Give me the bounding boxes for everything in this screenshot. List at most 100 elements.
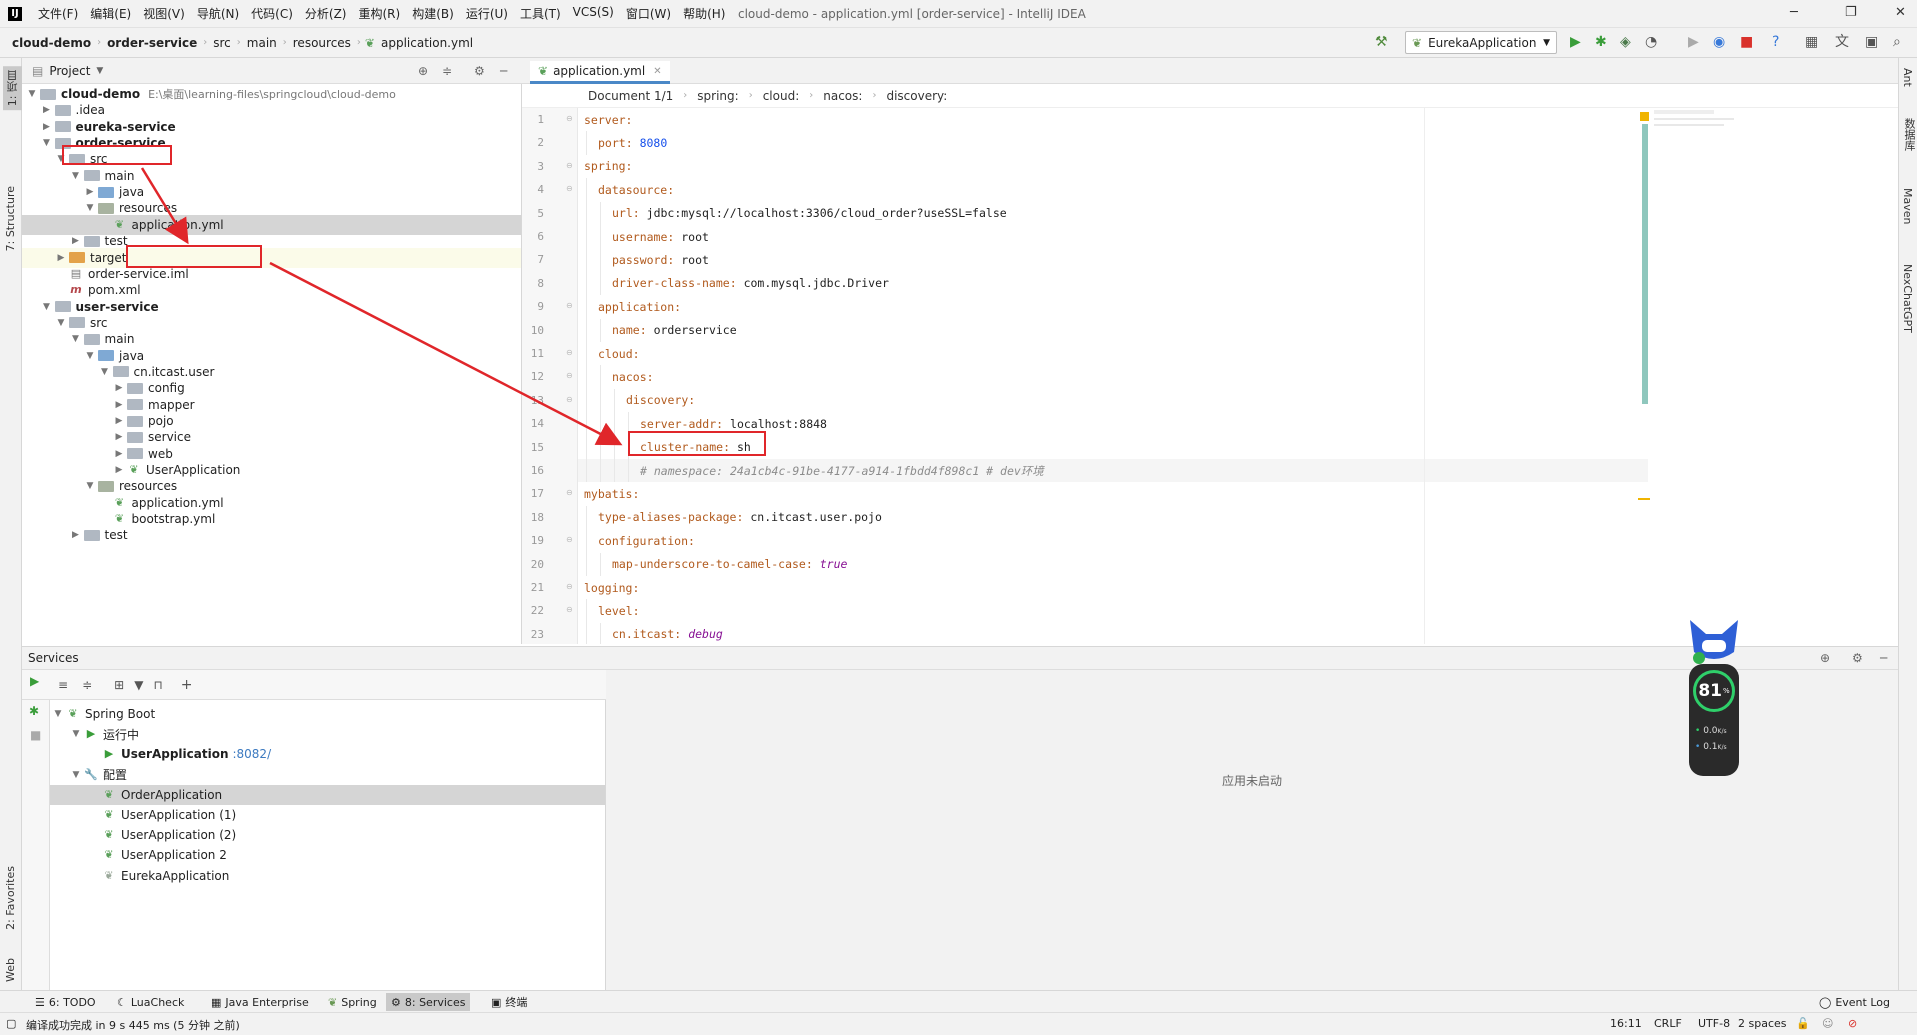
code-line[interactable]: level: — [598, 599, 640, 622]
file-encoding[interactable]: UTF-8 — [1698, 1017, 1730, 1030]
chevron-down-icon[interactable]: ▼ — [41, 138, 53, 148]
chevron-down-icon[interactable]: ▼ — [84, 481, 96, 491]
editor-breadcrumb-item[interactable]: discovery: — [886, 89, 947, 103]
fold-marker-icon[interactable]: ⊖ — [566, 161, 573, 170]
project-tree-item[interactable]: ▶ test — [22, 525, 521, 545]
breadcrumb-item[interactable]: application.yml — [375, 36, 479, 50]
stop-icon[interactable]: ■ — [30, 728, 41, 742]
group-icon[interactable]: ⊞ — [114, 678, 124, 692]
fold-marker-icon[interactable]: ⊖ — [566, 395, 573, 404]
chevron-right-icon[interactable]: ▶ — [113, 383, 125, 393]
menu-item[interactable]: VCS(S) — [567, 5, 620, 22]
caret-position[interactable]: 16:11 — [1610, 1017, 1642, 1030]
chevron-right-icon[interactable]: ▶ — [70, 236, 82, 246]
status-message[interactable]: 编译成功完成 in 9 s 445 ms (5 分钟 之前) — [26, 1017, 240, 1033]
chevron-right-icon[interactable]: ▶ — [113, 449, 125, 459]
menu-item[interactable]: 导航(N) — [191, 5, 245, 22]
fold-marker-icon[interactable]: ⊖ — [566, 348, 573, 357]
tool-tab-favorites[interactable]: 2: Favorites — [4, 866, 17, 930]
run-icon[interactable]: ▶ — [1570, 34, 1581, 50]
coverage-icon[interactable]: ◈ — [1620, 34, 1631, 50]
resume-icon[interactable]: ▶ — [1688, 34, 1699, 50]
chevron-down-icon[interactable]: ▼ — [96, 66, 103, 76]
run-configuration-select[interactable]: ❦ EurekaApplication ▼ — [1405, 31, 1557, 54]
code-line[interactable]: port: 8080 — [598, 131, 667, 154]
tab-spring[interactable]: ❦ Spring — [323, 993, 382, 1011]
chevron-down-icon[interactable]: ▼ — [55, 318, 67, 328]
code-line[interactable]: application: — [598, 295, 681, 318]
tab-luacheck[interactable]: ☾ LuaCheck — [112, 993, 189, 1011]
chevron-right-icon[interactable]: ▶ — [70, 530, 82, 540]
tool-tab-web[interactable]: Web — [4, 958, 17, 982]
window-icon[interactable]: ▣ — [1865, 34, 1878, 50]
code-editor[interactable]: server: port: 8080 spring: datasource: url: … — [578, 108, 1648, 644]
fold-marker-icon[interactable]: ⊖ — [566, 114, 573, 123]
code-line[interactable]: name: orderservice — [612, 319, 737, 342]
debug-icon[interactable]: ✱ — [29, 704, 39, 718]
menu-item[interactable]: 工具(T) — [514, 5, 567, 22]
gear-icon[interactable]: ⚙ — [1852, 651, 1863, 665]
tool-tab-structure[interactable]: 7: Structure — [4, 186, 17, 251]
minimize-icon[interactable]: ─ — [1790, 5, 1798, 20]
chevron-down-icon[interactable]: ▼ — [70, 334, 82, 344]
fold-marker-icon[interactable]: ⊖ — [566, 535, 573, 544]
menu-item[interactable]: 文件(F) — [32, 5, 84, 22]
tool-tab-maven[interactable]: Maven — [1901, 188, 1914, 224]
chevron-down-icon[interactable]: ▼ — [70, 729, 82, 739]
inspector-icon[interactable]: ☺ — [1822, 1017, 1833, 1030]
project-panel-title[interactable]: Project — [49, 64, 90, 78]
services-tree-item[interactable]: ▶ UserApplication:8082/ — [50, 744, 605, 764]
code-line[interactable]: cn.itcast: debug — [612, 623, 723, 644]
menu-item[interactable]: 运行(U) — [460, 5, 514, 22]
collapse-icon[interactable]: ≑ — [442, 64, 452, 78]
fold-marker-icon[interactable]: ⊖ — [566, 488, 573, 497]
services-tree-item[interactable]: ▼ ❦ Spring Boot — [50, 704, 605, 724]
chevron-right-icon[interactable]: ▶ — [41, 105, 53, 115]
chevron-down-icon[interactable]: ▼ — [84, 203, 96, 213]
code-line[interactable]: logging: — [584, 576, 639, 599]
code-line[interactable]: configuration: — [598, 529, 695, 552]
breadcrumb-item[interactable]: resources — [287, 36, 357, 50]
stop-icon[interactable]: ■ — [1740, 34, 1753, 50]
chevron-down-icon[interactable]: ▼ — [84, 351, 96, 361]
services-tree-item[interactable]: ❦ UserApplication 2 — [50, 845, 605, 865]
tool-tab-project[interactable]: 1: 项目 — [3, 66, 23, 111]
code-line[interactable]: url: jdbc:mysql://localhost:3306/cloud_o… — [612, 202, 1007, 225]
services-tree-item[interactable]: ❦ OrderApplication — [50, 784, 605, 805]
chevron-down-icon[interactable]: ▼ — [99, 367, 111, 377]
breadcrumb-item[interactable]: main — [241, 36, 283, 50]
code-line[interactable]: mybatis: — [584, 482, 639, 505]
services-tree-item[interactable]: ▼ ▶ 运行中 — [50, 724, 605, 744]
close-icon[interactable]: ✕ — [1895, 5, 1906, 20]
breadcrumb-item[interactable]: src — [207, 36, 237, 50]
chevron-down-icon[interactable]: ▼ — [70, 770, 82, 780]
search-icon[interactable]: ⌕ — [1893, 34, 1901, 50]
event-log-button[interactable]: ◯ Event Log — [1814, 993, 1895, 1011]
gear-icon[interactable]: ⚙ — [474, 64, 485, 78]
breadcrumb-item[interactable]: cloud-demo — [6, 36, 97, 50]
tab-terminal[interactable]: ▣ 终端 — [486, 993, 532, 1011]
chevron-right-icon[interactable]: ▶ — [41, 122, 53, 132]
structure-icon[interactable]: ▦ — [1805, 34, 1818, 50]
filter-icon[interactable]: ▼ — [134, 678, 143, 692]
fold-marker-icon[interactable]: ⊖ — [566, 301, 573, 310]
tab-java-enterprise[interactable]: ▦ Java Enterprise — [206, 993, 314, 1011]
add-icon[interactable]: + — [181, 677, 193, 693]
chevron-right-icon[interactable]: ▶ — [55, 253, 67, 263]
lock-icon[interactable]: 🔓 — [1796, 1017, 1810, 1030]
service-port-link[interactable]: :8082/ — [232, 747, 271, 761]
tool-tab-database[interactable]: 数据库 — [1901, 118, 1917, 151]
code-line[interactable]: nacos: — [612, 365, 654, 388]
status-panel-icon[interactable]: ▢ — [6, 1017, 16, 1030]
menu-item[interactable]: 视图(V) — [137, 5, 191, 22]
collapse-all-icon[interactable]: ≑ — [82, 678, 92, 692]
menu-item[interactable]: 代码(C) — [245, 5, 299, 22]
git-icon[interactable]: ⊘ — [1848, 1017, 1857, 1030]
run-icon[interactable]: ▶ — [30, 674, 39, 688]
system-monitor-widget[interactable]: 81 % • 0.0K/s • 0.1K/s — [1686, 618, 1742, 776]
tab-services[interactable]: ⚙ 8: Services — [386, 993, 471, 1011]
editor-breadcrumb-item[interactable]: Document 1/1 — [588, 89, 673, 103]
chevron-right-icon[interactable]: ▶ — [113, 400, 125, 410]
services-tree-item[interactable]: ❦ UserApplication (1) — [50, 805, 605, 825]
menu-item[interactable]: 窗口(W) — [620, 5, 677, 22]
